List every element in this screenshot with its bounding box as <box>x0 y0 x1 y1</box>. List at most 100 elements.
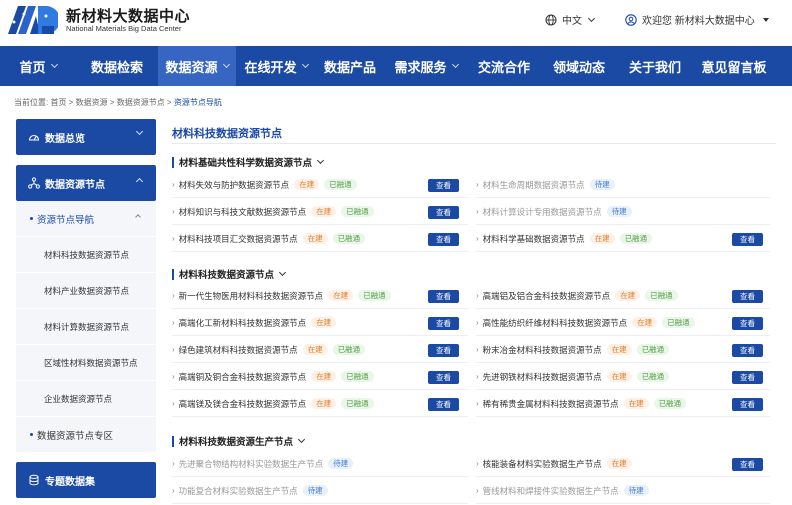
globe-icon <box>545 14 557 25</box>
node-name[interactable]: 高端镁及镁合金科技数据资源节点 <box>179 398 307 410</box>
chevron-down-icon <box>222 60 230 69</box>
list-item: › 材料科技项目汇交数据资源节点 在建 已融通 查看 <box>172 226 468 252</box>
list-item: › 新一代生物医用材料科技数据资源节点 在建 已融通 查看 <box>172 283 468 309</box>
nav-feedback-board[interactable]: 意见留言板 <box>692 46 776 86</box>
dashboard-icon <box>28 131 40 143</box>
node-name[interactable]: 材料科学基础数据资源节点 <box>483 233 585 245</box>
arrow-right-icon: › <box>172 291 175 300</box>
node-name: 材料生命周期数据资源节点 <box>482 179 585 190</box>
view-button[interactable]: 查看 <box>732 344 763 357</box>
nav-demand-service[interactable]: 需求服务 <box>384 46 468 86</box>
node-name[interactable]: 高端化工新材料科技数据资源节点 <box>179 317 307 329</box>
nav-cooperation[interactable]: 交流合作 <box>468 46 540 86</box>
node-name[interactable]: 材料科技项目汇交数据资源节点 <box>179 233 298 245</box>
network-icon <box>28 177 40 189</box>
nav-label: 数据资源 <box>165 59 218 75</box>
status-badge: 已融通 <box>341 206 374 217</box>
status-badge: 已融通 <box>324 179 357 190</box>
view-button[interactable]: 查看 <box>428 206 459 219</box>
view-button[interactable]: 查看 <box>732 371 763 384</box>
list-item: › 粉末冶金材料科技数据资源节点 在建 已融通 查看 <box>476 337 770 363</box>
view-button[interactable]: 查看 <box>428 179 459 192</box>
node-name[interactable]: 材料失效与防护数据资源节点 <box>179 179 290 191</box>
nav-data-search[interactable]: 数据检索 <box>76 46 158 86</box>
status-badge: 待建 <box>589 179 615 190</box>
nav-home[interactable]: 首页 <box>0 46 76 86</box>
status-badge: 已融通 <box>636 344 670 355</box>
view-button[interactable]: 查看 <box>428 398 459 411</box>
nav-label: 领域动态 <box>552 59 605 75</box>
status-badge: 已融通 <box>332 344 366 355</box>
breadcrumb-link[interactable]: 首页 <box>50 98 66 107</box>
chevron-up-icon <box>135 214 141 220</box>
arrow-right-icon: › <box>172 180 175 189</box>
status-badge: 待建 <box>623 485 649 496</box>
arrow-right-icon: › <box>476 234 479 243</box>
view-button[interactable]: 查看 <box>428 317 459 330</box>
section-header-production[interactable]: 材料科技数据资源生产节点 <box>172 434 306 448</box>
arrow-right-icon: › <box>172 207 175 216</box>
node-name[interactable]: 高性能纺织纤维材料科技数据资源节点 <box>483 317 628 329</box>
view-button[interactable]: 查看 <box>732 233 763 246</box>
language-label: 中文 <box>562 16 582 27</box>
nav-label: 交流合作 <box>477 59 530 75</box>
sidebar-data-nodes[interactable]: 数据资源节点 <box>16 165 156 201</box>
chevron-down-icon <box>301 60 309 69</box>
node-name[interactable]: 先进钢铁材料科技数据资源节点 <box>483 371 602 383</box>
node-name: 材料计算设计专用数据资源节点 <box>482 206 602 217</box>
view-button[interactable]: 查看 <box>732 290 763 303</box>
sidebar-item-computing-nodes[interactable]: 材料计算数据资源节点 <box>16 309 156 345</box>
view-button[interactable]: 查看 <box>732 398 763 411</box>
nav-data-products[interactable]: 数据产品 <box>316 46 384 86</box>
view-button[interactable]: 查看 <box>428 371 459 384</box>
status-badge: 待建 <box>302 485 328 496</box>
node-name[interactable]: 粉末冶金材料科技数据资源节点 <box>483 344 602 356</box>
breadcrumb-link[interactable]: 数据资源节点 <box>117 98 165 107</box>
sidebar-item-regional-nodes[interactable]: 区域性材料数据资源节点 <box>16 345 156 381</box>
section-header-basic[interactable]: 材料基础共性科学数据资源节点 <box>172 155 325 169</box>
node-name[interactable]: 高端铝及铝合金科技数据资源节点 <box>483 290 611 302</box>
nav-data-resources[interactable]: 数据资源 <box>158 46 236 86</box>
node-name[interactable]: 新一代生物医用材料科技数据资源节点 <box>179 290 324 302</box>
section-marker <box>172 435 174 447</box>
nav-online-dev[interactable]: 在线开发 <box>236 46 316 86</box>
node-name[interactable]: 核能装备材料实验数据生产节点 <box>483 458 602 470</box>
view-button[interactable]: 查看 <box>732 458 763 471</box>
user-menu[interactable]: 欢迎您 新材料大数据中心 <box>625 12 769 27</box>
view-button[interactable]: 查看 <box>428 233 459 246</box>
list-item: › 绿色建筑材料科技数据资源节点 在建 已融通 查看 <box>172 337 468 363</box>
node-name[interactable]: 材料知识与科技文献数据资源节点 <box>179 206 307 218</box>
user-icon <box>625 13 637 26</box>
breadcrumb-link[interactable]: 数据资源 <box>76 98 108 107</box>
arrow-right-icon: › <box>172 345 175 354</box>
sidebar-item-industry-nodes[interactable]: 材料产业数据资源节点 <box>16 273 156 309</box>
title-divider <box>172 143 776 144</box>
sidebar-special-datasets[interactable]: 专题数据集 <box>16 462 156 498</box>
nav-about-us[interactable]: 关于我们 <box>618 46 692 86</box>
node-name[interactable]: 高端铜及铜合金科技数据资源节点 <box>179 371 307 383</box>
arrow-right-icon: › <box>172 459 175 468</box>
breadcrumb-current: 资源节点导航 <box>173 98 222 107</box>
sidebar-item-node-zone[interactable]: 数据资源节点专区 <box>16 417 156 453</box>
sidebar-item-node-nav[interactable]: 资源节点导航 <box>16 201 156 237</box>
node-name[interactable]: 稀有稀贵金属材料科技数据资源节点 <box>483 398 619 410</box>
sidebar-item-tech-nodes[interactable]: 材料科技数据资源节点 <box>16 237 156 273</box>
view-button[interactable]: 查看 <box>428 290 459 303</box>
section-header-tech[interactable]: 材料科技数据资源节点 <box>172 267 287 281</box>
view-button[interactable]: 查看 <box>732 317 763 330</box>
list-item: › 功能复合材料实验数据生产节点 待建 <box>172 478 468 504</box>
sidebar-data-overview[interactable]: 数据总览 <box>16 119 156 155</box>
database-icon <box>28 474 40 486</box>
sidebar-item-label: 数据资源节点专区 <box>37 430 114 442</box>
language-selector[interactable]: 中文 <box>545 12 596 27</box>
list-item: › 高端化工新材料科技数据资源节点 在建 查看 <box>172 310 468 336</box>
status-badge: 待建 <box>606 206 632 217</box>
sidebar-item-label: 材料计算数据资源节点 <box>44 321 130 332</box>
logo-icon[interactable] <box>6 2 58 38</box>
list-item: › 材料科学基础数据资源节点 在建 已融通 查看 <box>476 226 770 252</box>
sidebar-item-enterprise-nodes[interactable]: 企业数据资源节点 <box>16 381 156 417</box>
view-button[interactable]: 查看 <box>428 344 459 357</box>
node-name[interactable]: 绿色建筑材料科技数据资源节点 <box>179 344 298 356</box>
brand-name-en: National Materials Big Data Center <box>66 24 182 33</box>
nav-domain-news[interactable]: 领域动态 <box>540 46 618 86</box>
